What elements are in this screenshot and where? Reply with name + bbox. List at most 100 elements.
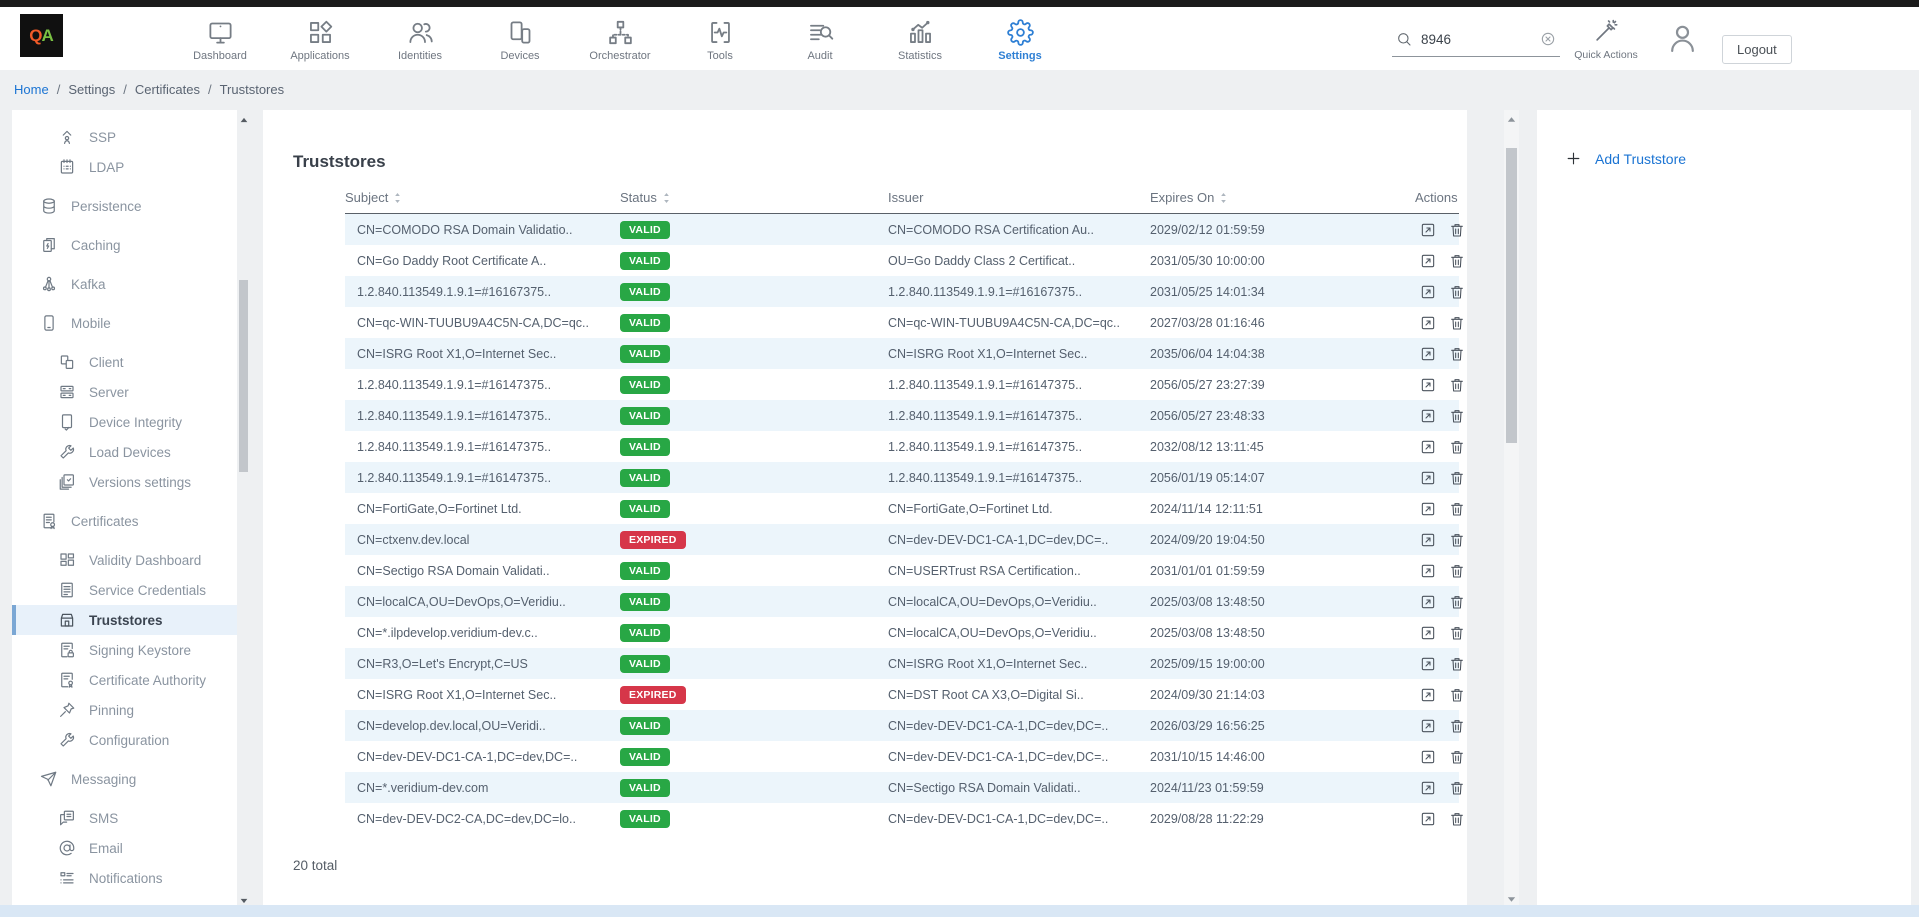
delete-truststore-icon[interactable] — [1449, 377, 1465, 393]
view-truststore-icon[interactable] — [1420, 408, 1436, 424]
view-truststore-icon[interactable] — [1420, 780, 1436, 796]
nav-item-identities[interactable]: Identities — [370, 7, 470, 70]
nav-item-statistics[interactable]: Statistics — [870, 7, 970, 70]
nav-item-settings[interactable]: Settings — [970, 7, 1070, 70]
view-truststore-icon[interactable] — [1420, 501, 1436, 517]
delete-truststore-icon[interactable] — [1449, 625, 1465, 641]
table-row[interactable]: CN=*.ilpdevelop.veridium-dev.c.. VALID C… — [345, 617, 1459, 648]
table-row[interactable]: CN=dev-DEV-DC2-CA,DC=dev,DC=lo.. VALID C… — [345, 803, 1459, 834]
delete-truststore-icon[interactable] — [1449, 687, 1465, 703]
table-row[interactable]: 1.2.840.113549.1.9.1=#16147375.. VALID 1… — [345, 400, 1459, 431]
view-truststore-icon[interactable] — [1420, 346, 1436, 362]
table-row[interactable]: 1.2.840.113549.1.9.1=#16167375.. VALID 1… — [345, 276, 1459, 307]
add-truststore-button[interactable]: Add Truststore — [1565, 150, 1686, 167]
sidebar-item-versions-settings[interactable]: Versions settings — [12, 467, 237, 497]
delete-truststore-icon[interactable] — [1449, 749, 1465, 765]
sort-icon[interactable] — [393, 191, 402, 205]
delete-truststore-icon[interactable] — [1449, 501, 1465, 517]
sidebar-item-pinning[interactable]: Pinning — [12, 695, 237, 725]
nav-item-dashboard[interactable]: Dashboard — [170, 7, 270, 70]
nav-item-devices[interactable]: Devices — [470, 7, 570, 70]
sidebar-scrollbar[interactable] — [238, 112, 250, 903]
nav-item-applications[interactable]: Applications — [270, 7, 370, 70]
sidebar-item-validity-dashboard[interactable]: Validity Dashboard — [12, 545, 237, 575]
sort-icon[interactable] — [662, 191, 671, 205]
view-truststore-icon[interactable] — [1420, 811, 1436, 827]
table-row[interactable]: CN=COMODO RSA Domain Validatio.. VALID C… — [345, 214, 1459, 245]
view-truststore-icon[interactable] — [1420, 656, 1436, 672]
view-truststore-icon[interactable] — [1420, 625, 1436, 641]
clear-search-icon[interactable] — [1540, 31, 1556, 47]
table-row[interactable]: CN=ctxenv.dev.local EXPIRED CN=dev-DEV-D… — [345, 524, 1459, 555]
view-truststore-icon[interactable] — [1420, 284, 1436, 300]
delete-truststore-icon[interactable] — [1449, 222, 1465, 238]
delete-truststore-icon[interactable] — [1449, 594, 1465, 610]
user-avatar-icon[interactable] — [1666, 22, 1699, 55]
table-row[interactable]: CN=FortiGate,O=Fortinet Ltd. VALID CN=Fo… — [345, 493, 1459, 524]
quick-actions-button[interactable]: Quick Actions — [1567, 18, 1645, 61]
sidebar-item-persistence[interactable]: Persistence — [12, 191, 237, 221]
content-scrollbar[interactable] — [1504, 110, 1519, 905]
sidebar-item-device-integrity[interactable]: Device Integrity — [12, 407, 237, 437]
delete-truststore-icon[interactable] — [1449, 811, 1465, 827]
table-row[interactable]: CN=localCA,OU=DevOps,O=Veridiu.. VALID C… — [345, 586, 1459, 617]
table-row[interactable]: CN=develop.dev.local,OU=Veridi.. VALID C… — [345, 710, 1459, 741]
sidebar-item-email[interactable]: Email — [12, 833, 237, 863]
sidebar-item-mobile[interactable]: Mobile — [12, 308, 237, 338]
delete-truststore-icon[interactable] — [1449, 408, 1465, 424]
table-row[interactable]: 1.2.840.113549.1.9.1=#16147375.. VALID 1… — [345, 431, 1459, 462]
delete-truststore-icon[interactable] — [1449, 656, 1465, 672]
view-truststore-icon[interactable] — [1420, 470, 1436, 486]
view-truststore-icon[interactable] — [1420, 315, 1436, 331]
table-row[interactable]: 1.2.840.113549.1.9.1=#16147375.. VALID 1… — [345, 369, 1459, 400]
delete-truststore-icon[interactable] — [1449, 780, 1465, 796]
table-row[interactable]: CN=Sectigo RSA Domain Validati.. VALID C… — [345, 555, 1459, 586]
delete-truststore-icon[interactable] — [1449, 439, 1465, 455]
logout-button[interactable]: Logout — [1722, 35, 1792, 64]
sidebar-item-notifications[interactable]: Notifications — [12, 863, 237, 893]
sort-icon[interactable] — [1219, 191, 1228, 205]
sidebar-item-messaging[interactable]: Messaging — [12, 764, 237, 794]
view-truststore-icon[interactable] — [1420, 222, 1436, 238]
scrollbar-thumb[interactable] — [239, 280, 248, 472]
sidebar-item-server[interactable]: Server — [12, 377, 237, 407]
table-row[interactable]: CN=dev-DEV-DC1-CA-1,DC=dev,DC=.. VALID C… — [345, 741, 1459, 772]
view-truststore-icon[interactable] — [1420, 377, 1436, 393]
sidebar-item-ldap[interactable]: LDAP — [12, 152, 237, 182]
breadcrumb-certificates[interactable]: Certificates — [115, 82, 200, 97]
view-truststore-icon[interactable] — [1420, 532, 1436, 548]
view-truststore-icon[interactable] — [1420, 594, 1436, 610]
table-row[interactable]: CN=qc-WIN-TUUBU9A4C5N-CA,DC=qc.. VALID C… — [345, 307, 1459, 338]
sidebar-item-kafka[interactable]: Kafka — [12, 269, 237, 299]
breadcrumb-home[interactable]: Home — [14, 82, 49, 97]
delete-truststore-icon[interactable] — [1449, 346, 1465, 362]
app-logo[interactable]: QA — [20, 14, 63, 57]
sidebar-item-service-credentials[interactable]: Service Credentials — [12, 575, 237, 605]
scroll-down-icon[interactable] — [239, 893, 249, 903]
view-truststore-icon[interactable] — [1420, 439, 1436, 455]
table-row[interactable]: CN=ISRG Root X1,O=Internet Sec.. EXPIRED… — [345, 679, 1459, 710]
search-input[interactable] — [1421, 32, 1521, 47]
sidebar-item-load-devices[interactable]: Load Devices — [12, 437, 237, 467]
delete-truststore-icon[interactable] — [1449, 315, 1465, 331]
sidebar-item-certificate-authority[interactable]: Certificate Authority — [12, 665, 237, 695]
table-row[interactable]: CN=ISRG Root X1,O=Internet Sec.. VALID C… — [345, 338, 1459, 369]
table-row[interactable]: CN=*.veridium-dev.com VALID CN=Sectigo R… — [345, 772, 1459, 803]
table-row[interactable]: CN=R3,O=Let's Encrypt,C=US VALID CN=ISRG… — [345, 648, 1459, 679]
view-truststore-icon[interactable] — [1420, 718, 1436, 734]
delete-truststore-icon[interactable] — [1449, 532, 1465, 548]
scroll-up-icon[interactable] — [239, 112, 249, 122]
sidebar-item-truststores[interactable]: Truststores — [12, 605, 237, 635]
sidebar-item-configuration[interactable]: Configuration — [12, 725, 237, 755]
table-row[interactable]: CN=Go Daddy Root Certificate A.. VALID O… — [345, 245, 1459, 276]
view-truststore-icon[interactable] — [1420, 253, 1436, 269]
scroll-up-icon[interactable] — [1506, 112, 1517, 123]
delete-truststore-icon[interactable] — [1449, 563, 1465, 579]
breadcrumb-settings[interactable]: Settings — [49, 82, 116, 97]
scroll-down-icon[interactable] — [1506, 892, 1517, 903]
sidebar-item-ssp[interactable]: SSP — [12, 122, 237, 152]
view-truststore-icon[interactable] — [1420, 563, 1436, 579]
view-truststore-icon[interactable] — [1420, 749, 1436, 765]
view-truststore-icon[interactable] — [1420, 687, 1436, 703]
delete-truststore-icon[interactable] — [1449, 284, 1465, 300]
